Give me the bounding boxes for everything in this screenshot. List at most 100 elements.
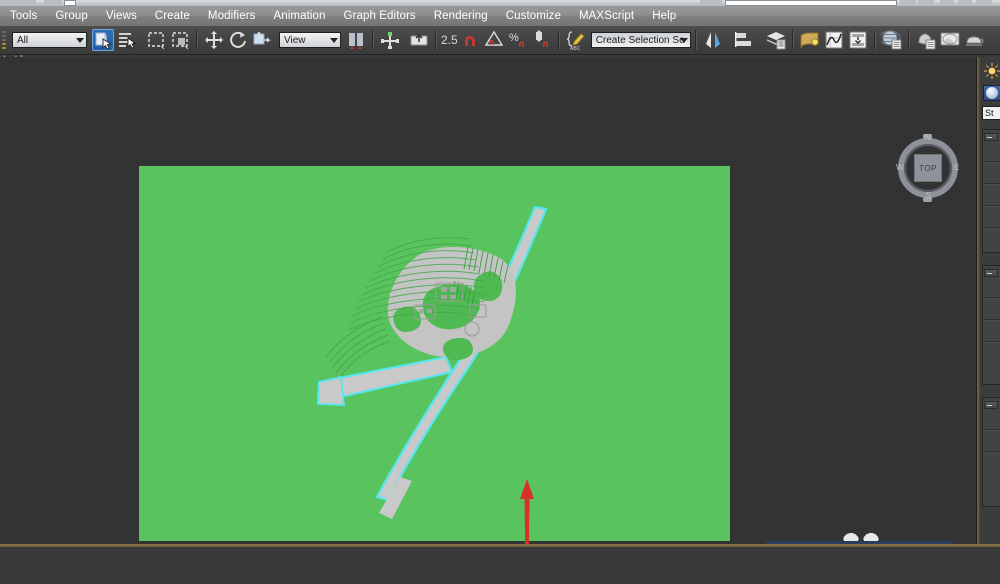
rollout-2-row (985, 297, 999, 298)
command-panel[interactable]: St (976, 57, 1000, 544)
material-preview-sphere (986, 87, 998, 99)
percent-snap-icon: % (509, 32, 524, 47)
viewport[interactable]: TOP N S E W 溜溜自学 ZIXUE.3D66.COM (0, 57, 976, 544)
rollout-1-row (985, 183, 999, 184)
select-by-name-icon (119, 33, 137, 49)
rectangular-selection-region-button[interactable] (145, 29, 167, 51)
scene-explorer-icon (800, 32, 819, 49)
named-selection-set-combo[interactable]: Create Selection Se (590, 32, 691, 48)
annotation-arrow (520, 479, 534, 544)
keyboard-shortcut-override-button[interactable] (408, 29, 430, 51)
select-object-icon (95, 32, 113, 50)
named-set-edit-icon: ABC (566, 31, 585, 51)
light-bulb-icon (984, 63, 1000, 79)
rollout-3-header[interactable] (984, 401, 998, 409)
manipulate-icon (381, 32, 399, 49)
select-and-scale-button[interactable] (251, 29, 273, 51)
align-icon (734, 32, 751, 47)
layers-icon (766, 32, 786, 50)
chevron-down-icon (76, 38, 84, 43)
schematic-view-icon (849, 31, 867, 49)
toggle-scene-explorer-button[interactable] (799, 29, 821, 51)
snaps-toggle-button[interactable] (459, 29, 481, 51)
viewport-canvas[interactable]: TOP N S E W 溜溜自学 ZIXUE.3D66.COM (0, 57, 976, 544)
angle-snap-toggle-button[interactable] (483, 29, 505, 51)
mirror-button[interactable] (702, 29, 724, 51)
menu-item-group[interactable]: Group (46, 6, 96, 26)
use-center-flyout-button[interactable] (345, 29, 367, 51)
paved-wedge (317, 375, 346, 406)
rollout-2-row (985, 319, 999, 320)
select-and-manipulate-button[interactable] (379, 29, 401, 51)
svg-text:%: % (509, 32, 519, 44)
toolbar-separator (791, 30, 794, 50)
rollout-panel-3[interactable] (982, 397, 1000, 507)
named-selection-set-value: Create Selection Se (595, 34, 685, 46)
material-editor-button[interactable] (880, 29, 903, 51)
material-editor-icon (880, 30, 902, 50)
window-crossing-button[interactable] (169, 29, 191, 51)
render-teapot-icon (965, 36, 984, 46)
select-object-button[interactable] (92, 29, 114, 51)
align-flyout-button[interactable] (733, 29, 755, 51)
chevron-down-icon (330, 38, 338, 43)
view-cube[interactable]: TOP N S E W (895, 133, 961, 202)
menu-item-tools[interactable]: Tools (0, 6, 46, 26)
menu-item-modifiers[interactable]: Modifiers (199, 6, 265, 26)
selection-filter-combo[interactable]: All (12, 32, 87, 48)
render-frame-icon (940, 32, 960, 46)
site-plan-geometry[interactable] (0, 57, 976, 544)
menu-item-customize[interactable]: Customize (497, 6, 570, 26)
rollout-1-header[interactable] (984, 133, 998, 141)
render-setup-icon (917, 33, 936, 50)
rollout-2-header[interactable] (984, 269, 998, 277)
curve-editor-button[interactable] (823, 29, 845, 51)
toolbar-separator (873, 30, 876, 50)
pivot-center-icon (349, 33, 363, 49)
rectangle-region-icon (148, 32, 165, 50)
select-by-name-button[interactable] (116, 29, 138, 51)
snap-magnet-icon (464, 36, 475, 46)
view-cube-face[interactable]: TOP (914, 154, 942, 182)
schematic-view-button[interactable] (847, 29, 869, 51)
rollout-panel-2[interactable] (982, 265, 1000, 385)
selection-filter-value: All (17, 34, 29, 46)
move-gizmo-icon (205, 31, 223, 49)
render-setup-button[interactable] (915, 29, 937, 51)
view-cube-west-label: W (896, 163, 904, 172)
spinner-snap-toggle-button[interactable] (531, 29, 553, 51)
reference-coordinate-system-combo[interactable]: View (279, 32, 341, 48)
mirror-icon (705, 32, 720, 48)
rendered-frame-window-button[interactable] (939, 29, 961, 51)
menu-bar: Tools Group Views Create Modifiers Anima… (0, 6, 1000, 26)
layer-manager-button[interactable] (765, 29, 787, 51)
main-toolbar: All View 2.5 % ABC Create Selection Se (0, 26, 1000, 55)
edit-named-selection-sets-button[interactable]: ABC (565, 29, 587, 51)
bottom-bar-area: > (0, 547, 1000, 584)
select-and-rotate-button[interactable] (227, 29, 249, 51)
menu-item-help[interactable]: Help (643, 6, 685, 26)
material-name-field[interactable]: St (982, 106, 1000, 120)
select-and-move-button[interactable] (203, 29, 225, 51)
menu-item-animation[interactable]: Animation (264, 6, 334, 26)
menu-item-rendering[interactable]: Rendering (425, 6, 497, 26)
menu-item-views[interactable]: Views (97, 6, 146, 26)
toolbar-separator (694, 30, 697, 50)
menu-item-maxscript[interactable]: MAXScript (570, 6, 643, 26)
angle-snap-value: 2.5 (441, 33, 458, 47)
panel-resize-handle[interactable] (977, 57, 980, 544)
3dsmax-window: Tools Group Views Create Modifiers Anima… (0, 0, 1000, 584)
toolbar-separator (907, 30, 910, 50)
toolbar-drag-handle[interactable] (0, 27, 8, 53)
rollout-panel-1[interactable] (982, 129, 1000, 253)
percent-snap-toggle-button[interactable]: % (507, 29, 529, 51)
toolbar-separator (435, 30, 437, 50)
menu-item-graph-editors[interactable]: Graph Editors (335, 6, 425, 26)
scale-gizmo-icon (253, 32, 271, 45)
angle-snap-icon (484, 30, 503, 46)
render-production-button[interactable] (963, 29, 985, 51)
rollout-1-row (985, 227, 999, 228)
keyboard-override-icon (410, 33, 428, 46)
menu-item-create[interactable]: Create (146, 6, 199, 26)
view-cube-south-label: S (926, 191, 932, 200)
